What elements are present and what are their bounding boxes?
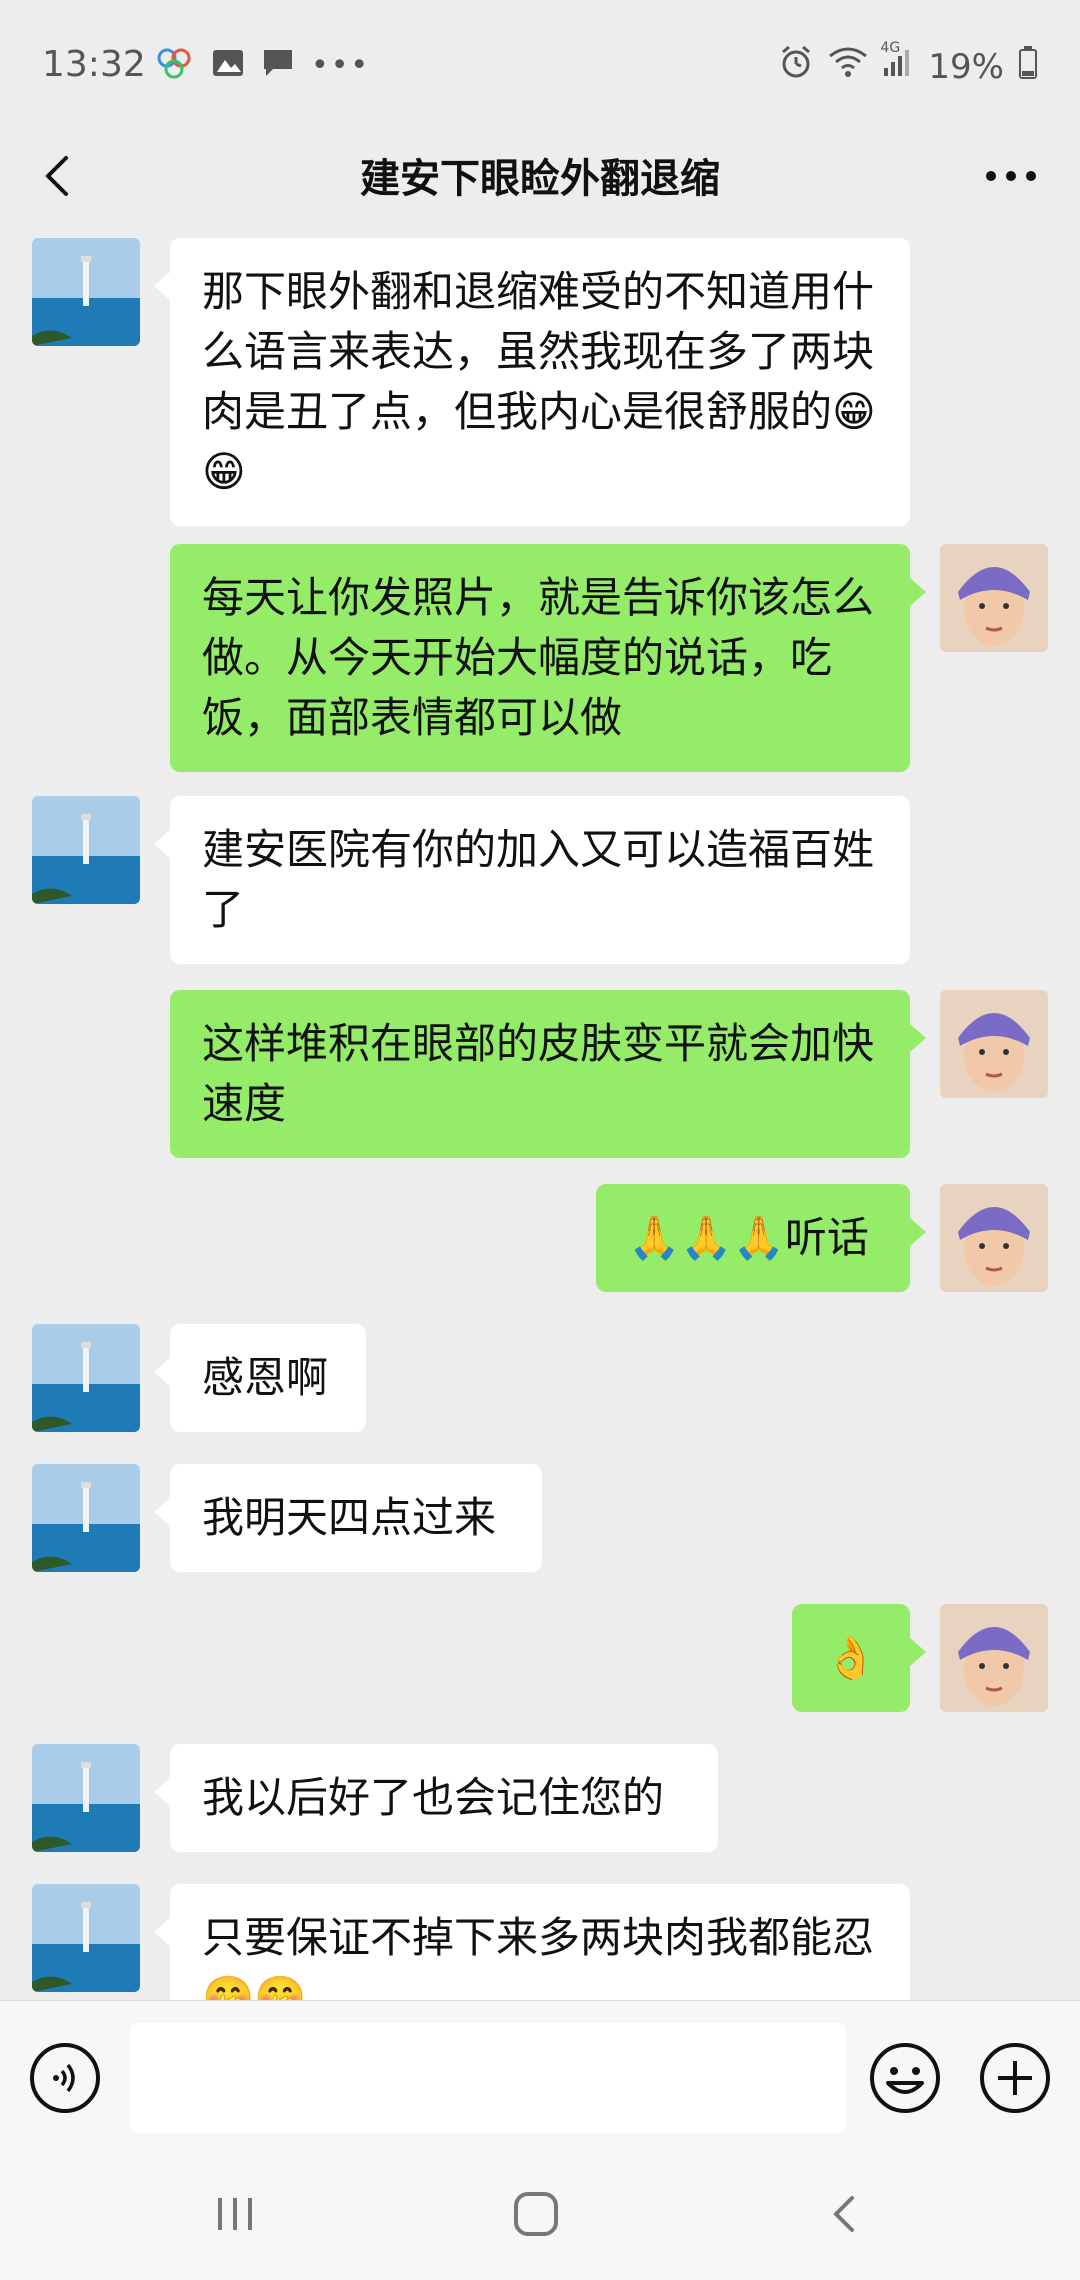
message-icon (261, 47, 295, 83)
doctor-avatar-icon (940, 1604, 1048, 1712)
emoji-button[interactable] (868, 2041, 942, 2115)
message-bubble[interactable]: 只要保证不掉下来多两块肉我都能忍🤭🤭 (154, 1884, 910, 2000)
message-bubble[interactable]: 我以后好了也会记住您的 (154, 1744, 718, 1852)
network-type: 4G (880, 40, 901, 56)
message-bubble[interactable]: 这样堆积在眼部的皮肤变平就会加快速度 (170, 990, 926, 1158)
more-options-button[interactable] (976, 146, 1046, 206)
contact-avatar[interactable] (32, 1744, 140, 1852)
notification-icons: ••• (155, 46, 370, 84)
nav-back-button[interactable] (820, 2188, 870, 2240)
recent-apps-button[interactable] (210, 2190, 260, 2238)
contact-avatar[interactable] (32, 1324, 140, 1432)
contact-avatar[interactable] (32, 238, 140, 346)
my-avatar[interactable] (940, 990, 1048, 1098)
doctor-avatar-icon (940, 1184, 1048, 1292)
chat-header: 建安下眼睑外翻退缩 (0, 120, 1080, 230)
app-notification-icon (155, 46, 195, 84)
system-nav-bar (0, 2150, 1080, 2280)
lighthouse-icon (32, 1464, 140, 1572)
voice-button[interactable] (28, 2041, 102, 2115)
more-functions-button[interactable] (978, 2041, 1052, 2115)
plus-icon (980, 2043, 1050, 2113)
message-bubble[interactable]: 感恩啊 (154, 1324, 366, 1432)
contact-avatar[interactable] (32, 796, 140, 904)
emoji-icon (870, 2043, 940, 2113)
gallery-icon (211, 48, 245, 82)
lighthouse-icon (32, 1324, 140, 1432)
more-icon (986, 171, 1036, 181)
my-avatar[interactable] (940, 1604, 1048, 1712)
battery-percent: 19% (928, 46, 1004, 87)
message-bubble[interactable]: 建安医院有你的加入又可以造福百姓了 (154, 796, 910, 964)
contact-avatar[interactable] (32, 1464, 140, 1572)
home-icon (514, 2192, 558, 2236)
doctor-avatar-icon (940, 544, 1048, 652)
message-bubble[interactable]: 每天让你发照片，就是告诉你该怎么做。从今天开始大幅度的说话，吃饭，面部表情都可以… (170, 544, 926, 772)
message-bubble[interactable]: 🙏🙏🙏听话 (596, 1184, 926, 1292)
wifi-icon (828, 46, 868, 87)
message-bubble[interactable]: 那下眼外翻和退缩难受的不知道用什么语言来表达，虽然我现在多了两块肉是丑了点，但我… (154, 238, 910, 526)
status-bar: 13:32 ••• 4G 19% (0, 0, 1080, 130)
message-input[interactable] (130, 2023, 846, 2133)
contact-avatar[interactable] (32, 1884, 140, 1992)
recent-apps-icon (218, 2198, 252, 2230)
my-avatar[interactable] (940, 1184, 1048, 1292)
lighthouse-icon (32, 1744, 140, 1852)
message-list[interactable]: 那下眼外翻和退缩难受的不知道用什么语言来表达，虽然我现在多了两块肉是丑了点，但我… (0, 230, 1080, 2000)
back-icon (833, 2196, 854, 2232)
status-time: 13:32 (42, 44, 146, 85)
lighthouse-icon (32, 238, 140, 346)
doctor-avatar-icon (940, 990, 1048, 1098)
battery-icon (1018, 45, 1038, 88)
message-bubble[interactable]: 👌 (792, 1604, 926, 1712)
home-button[interactable] (510, 2188, 562, 2240)
signal-icon: 4G (880, 40, 914, 87)
status-right: 4G 19% (778, 40, 1038, 89)
alarm-icon (778, 44, 814, 89)
voice-icon (30, 2043, 100, 2113)
lighthouse-icon (32, 1884, 140, 1992)
my-avatar[interactable] (940, 544, 1048, 652)
input-bar (0, 2000, 1080, 2151)
message-bubble[interactable]: 我明天四点过来 (154, 1464, 542, 1572)
page-title: 建安下眼睑外翻退缩 (360, 156, 720, 202)
lighthouse-icon (32, 796, 140, 904)
more-notifications-icon: ••• (311, 47, 371, 83)
